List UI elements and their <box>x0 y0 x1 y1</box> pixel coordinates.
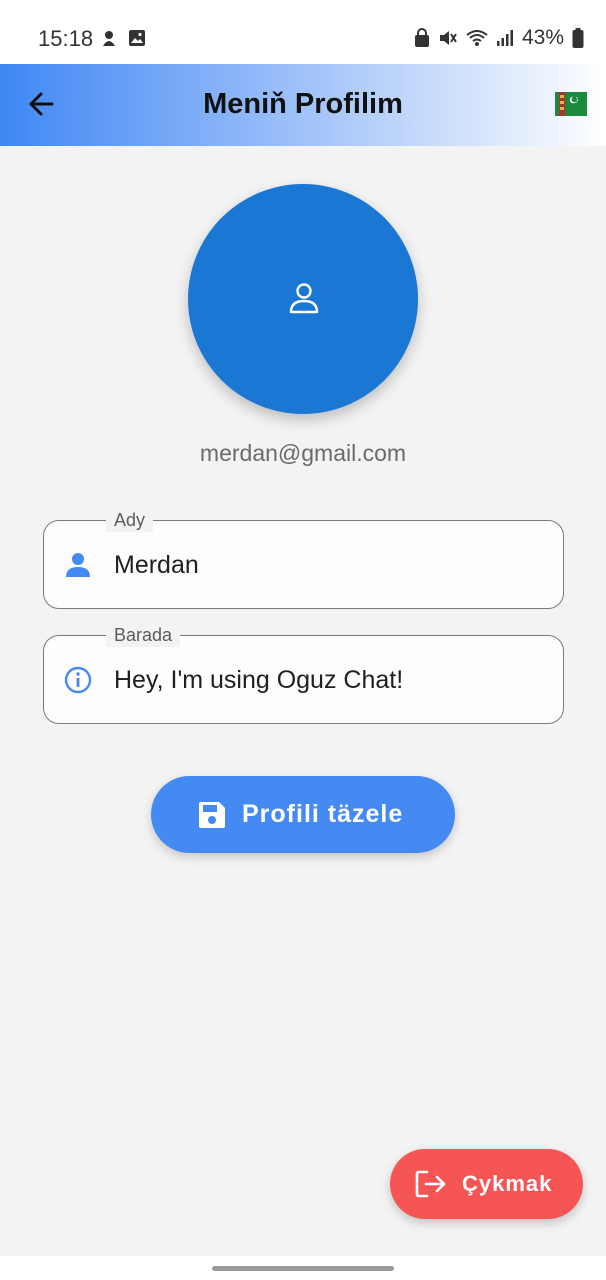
battery-icon <box>572 28 584 48</box>
wifi-icon <box>466 30 488 46</box>
user-email: merdan@gmail.com <box>199 440 407 466</box>
person-icon <box>66 553 90 577</box>
status-bar: 15:18 43% <box>0 0 606 64</box>
app-bar: Meniň Profilim <box>0 64 606 146</box>
update-profile-button[interactable]: Profili täzele <box>151 776 455 853</box>
status-time: 15:18 <box>38 26 94 51</box>
person-outline-icon <box>289 283 319 314</box>
about-field[interactable]: Barada Hey, I'm using Oguz Chat! <box>43 623 564 724</box>
name-field[interactable]: Ady Merdan <box>43 508 564 609</box>
about-field-value: Hey, I'm using Oguz Chat! <box>114 666 404 694</box>
about-field-label: Barada <box>106 623 181 647</box>
info-icon <box>64 666 92 694</box>
notification-icon <box>103 31 115 46</box>
update-profile-label: Profili täzele <box>242 800 404 828</box>
battery-percent: 43% <box>521 26 564 49</box>
language-button[interactable] <box>555 92 587 116</box>
name-field-value: Merdan <box>114 551 199 579</box>
signal-icon <box>496 30 513 46</box>
avatar[interactable] <box>188 184 418 414</box>
logout-button[interactable]: Çykmak <box>390 1149 583 1219</box>
name-field-label: Ady <box>106 508 154 532</box>
system-nav-bar <box>0 1256 606 1280</box>
save-icon <box>199 802 225 828</box>
gallery-icon <box>129 30 145 46</box>
logout-label: Çykmak <box>462 1171 553 1196</box>
turkmenistan-flag-icon <box>555 92 587 116</box>
logout-icon <box>415 1170 446 1198</box>
lock-icon <box>414 28 429 47</box>
mute-icon <box>439 31 457 45</box>
home-handle[interactable] <box>212 1266 394 1271</box>
page-title: Meniň Profilim <box>203 88 403 120</box>
